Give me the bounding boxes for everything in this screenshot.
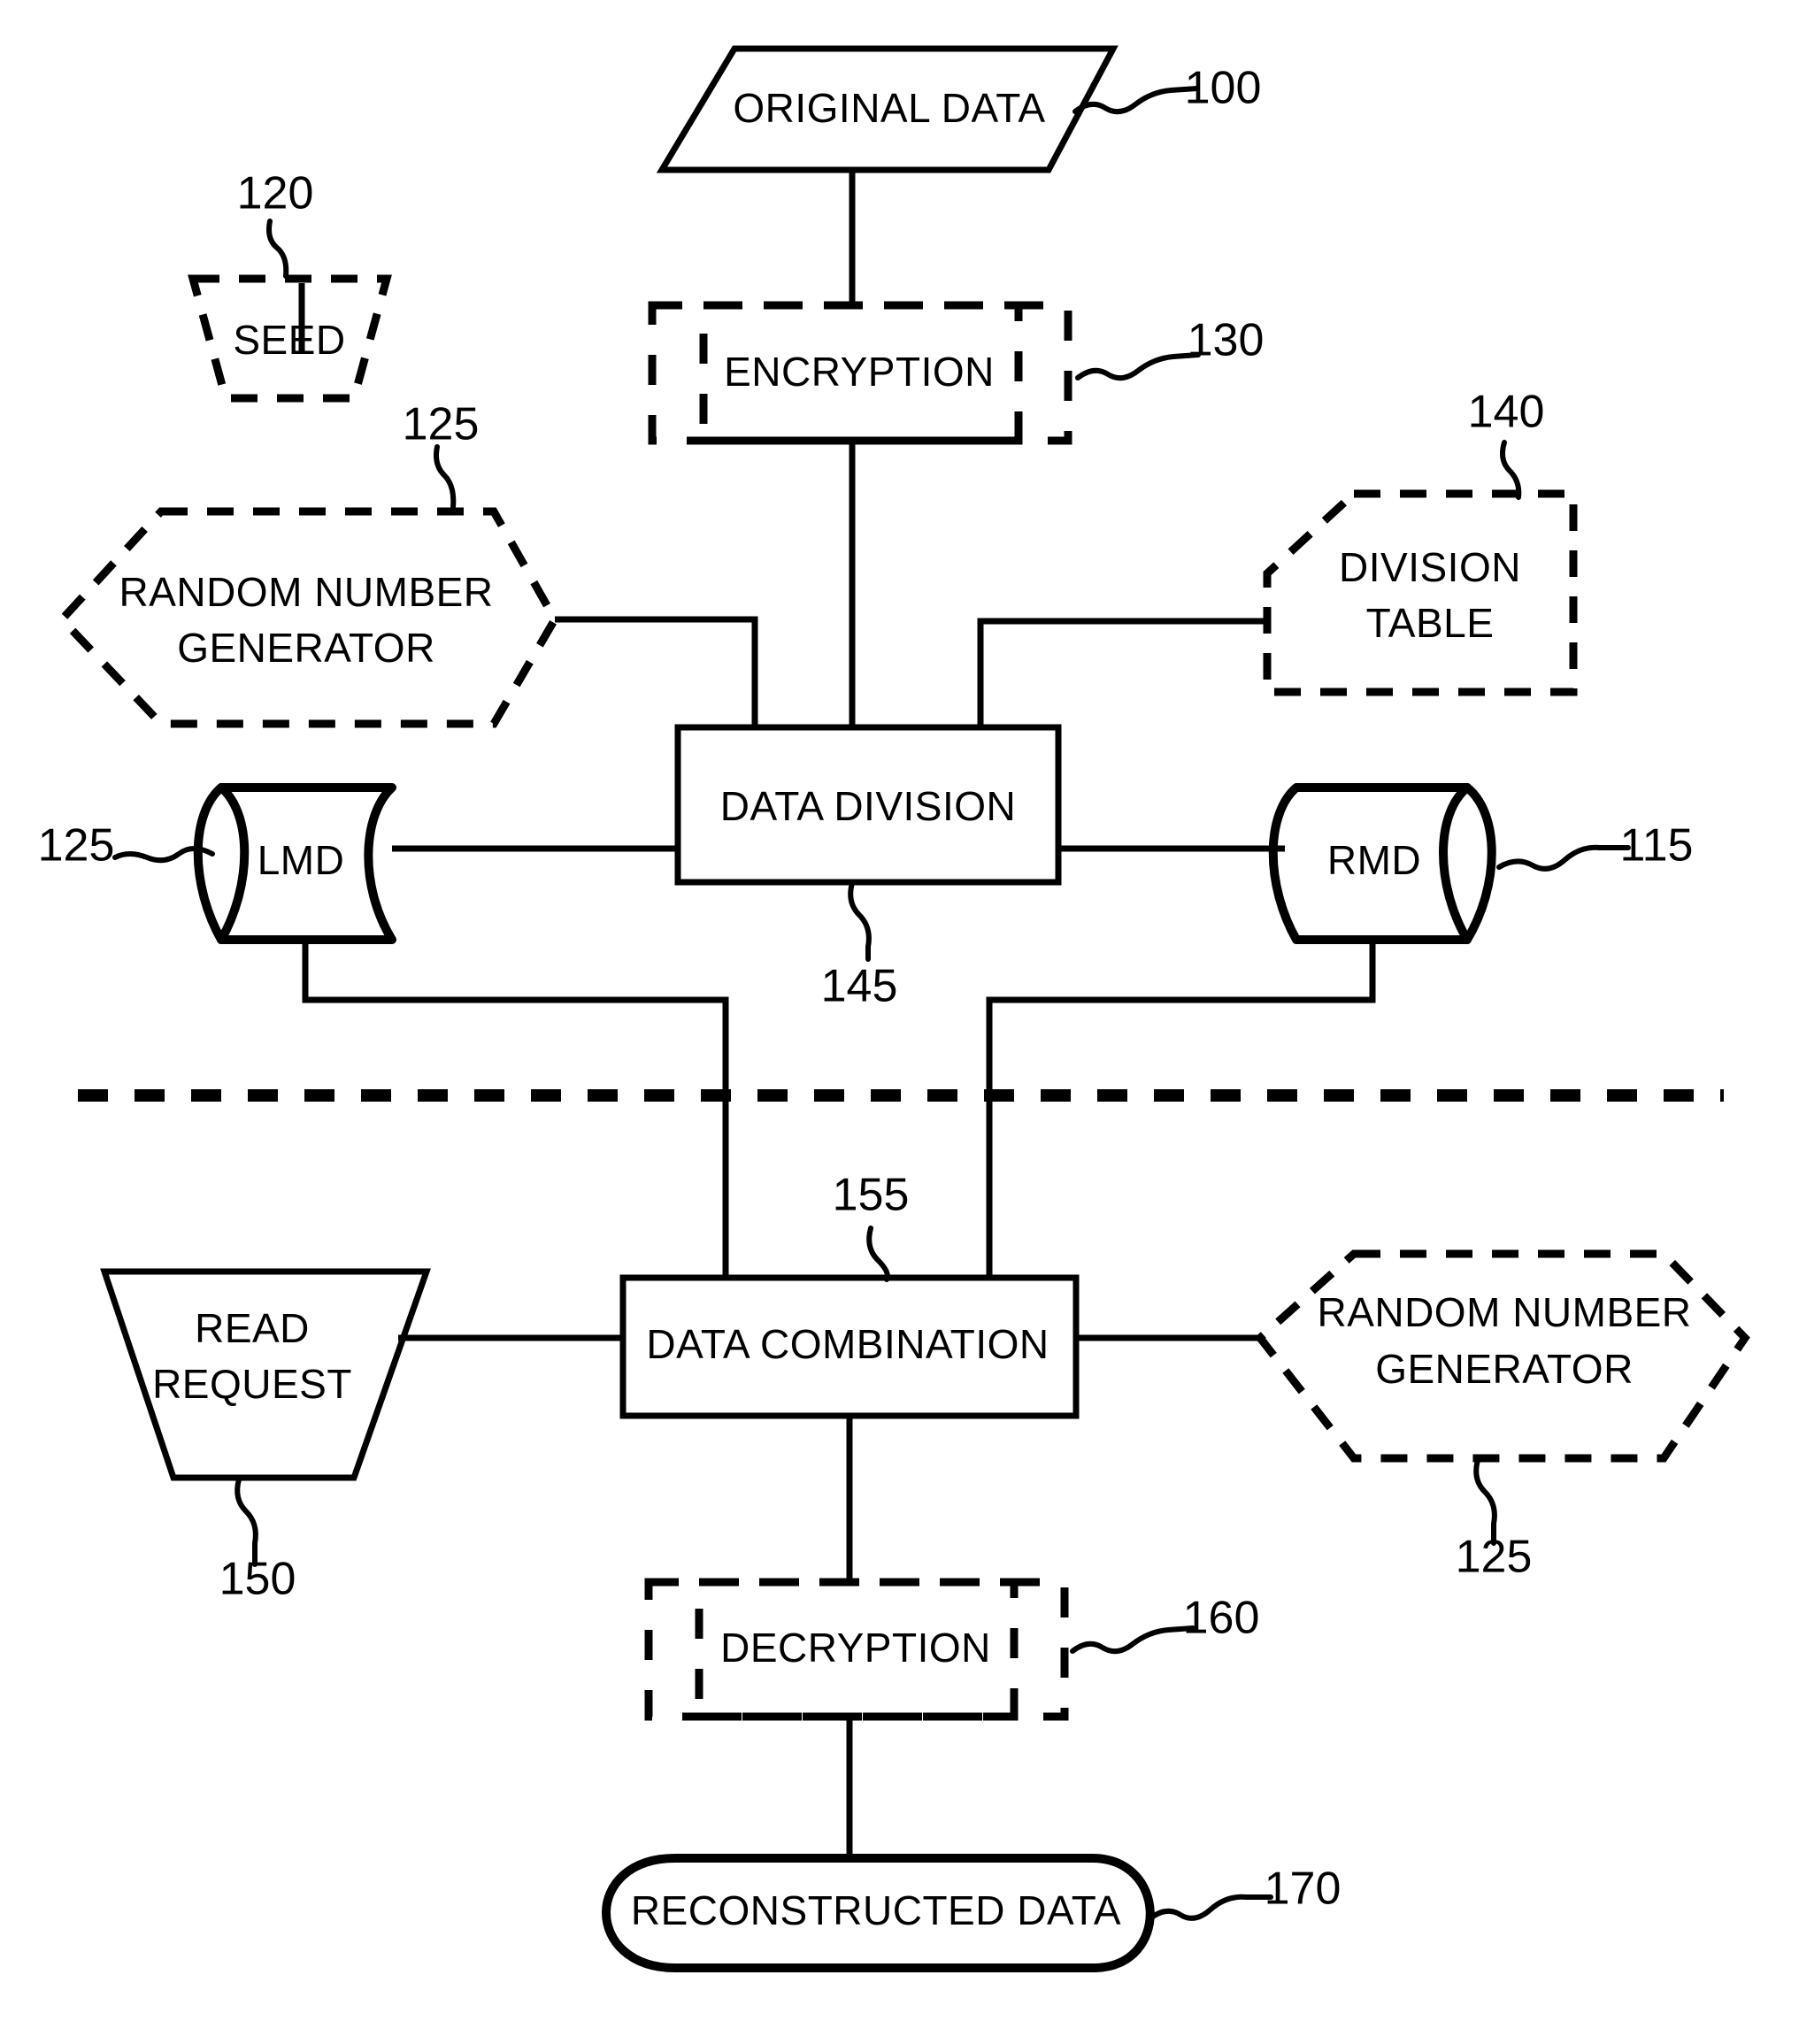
node-encryption: ENCRYPTION [648,301,1072,445]
decryption-label: DECRYPTION [720,1625,991,1671]
ref-140-label: 140 [1468,387,1545,438]
division-table-label-line1: DIVISION [1339,544,1521,590]
ref-120: 120 [237,168,314,279]
division-table-shape [1263,489,1578,696]
leader-120 [266,219,289,279]
connector-rmd-to-combination [986,940,1376,1278]
rng-bottom-label-line1: RANDOM NUMBER [1317,1289,1691,1335]
node-rng-top: RANDOM NUMBER GENERATOR [56,507,560,728]
rng-top-label-line1: RANDOM NUMBER [119,569,493,615]
division-table-label-line2: TABLE [1366,600,1495,646]
ref-125-top-label: 125 [403,399,480,450]
ref-155: 155 [833,1170,910,1282]
ref-115-label: 115 [1620,820,1694,872]
leader-115 [1496,844,1631,872]
ref-150-label: 150 [219,1554,296,1605]
node-decryption: DECRYPTION [644,1578,1069,1721]
lmd-label: LMD [258,837,345,883]
ref-155-label: 155 [833,1170,910,1221]
ref-130: 130 [1075,315,1265,381]
leader-170 [1148,1894,1273,1921]
connector-rng-to-division [555,616,758,727]
leader-150 [234,1477,258,1567]
ref-125-top: 125 [403,399,480,510]
leader-160 [1070,1625,1195,1655]
read-request-label-line1: READ [195,1305,310,1351]
data-combination-label: DATA COMBINATION [646,1321,1049,1367]
rng-top-shape [56,507,560,728]
ref-145: 145 [821,880,898,1012]
rmd-label: RMD [1327,837,1421,883]
read-request-label-line2: REQUEST [152,1361,352,1407]
encryption-label: ENCRYPTION [724,349,995,395]
leader-155 [866,1226,890,1282]
node-data-combination: DATA COMBINATION [619,1274,1080,1419]
node-seed: SEED [188,274,392,403]
ref-115: 115 [1496,820,1694,872]
original-data-label: ORIGINAL DATA [733,85,1045,131]
ref-100-label: 100 [1185,63,1262,114]
rng-bottom-label-line2: GENERATOR [1375,1346,1634,1392]
node-original-data: ORIGINAL DATA [656,45,1119,173]
leader-130 [1075,352,1201,381]
connector-lmd-to-combination [302,940,729,1278]
node-reconstructed-data: RECONSTRUCTED DATA [602,1854,1155,1972]
rng-top-label-line2: GENERATOR [177,625,435,671]
ref-150: 150 [219,1477,296,1605]
node-rmd: RMD [1268,783,1496,944]
ref-125-bottom-label: 125 [1456,1532,1533,1583]
lmd-end-curve [217,783,250,944]
ref-120-label: 120 [237,168,314,219]
node-lmd: LMD [193,783,396,944]
node-read-request: READ REQUEST [100,1268,431,1481]
ref-160: 160 [1070,1593,1260,1655]
leader-125-top [434,444,457,510]
connector-divtable-to-division [977,618,1267,727]
seed-label: SEED [233,317,345,363]
ref-125-lmd: 125 [38,820,215,872]
reconstructed-data-label: RECONSTRUCTED DATA [631,1887,1121,1933]
ref-145-label: 145 [821,961,898,1012]
ref-130-label: 130 [1188,315,1265,366]
patent-figure: ORIGINAL DATA 100 SEED 120 RANDOM NUMBER… [0,0,1799,2044]
ref-160-label: 160 [1183,1593,1260,1644]
ref-125-bottom: 125 [1456,1457,1533,1583]
ref-140: 140 [1468,387,1545,500]
node-data-division: DATA DIVISION [674,724,1062,886]
rmd-end-ellipse [1439,783,1472,944]
data-division-label: DATA DIVISION [720,783,1017,829]
leader-140 [1500,440,1522,500]
ref-170: 170 [1148,1863,1342,1921]
leader-145 [848,880,872,962]
ref-170-label: 170 [1265,1863,1342,1915]
ref-125-lmd-label: 125 [38,820,115,872]
node-rng-bottom: RANDOM NUMBER GENERATOR [1254,1249,1750,1463]
node-division-table: DIVISION TABLE [1263,489,1578,696]
